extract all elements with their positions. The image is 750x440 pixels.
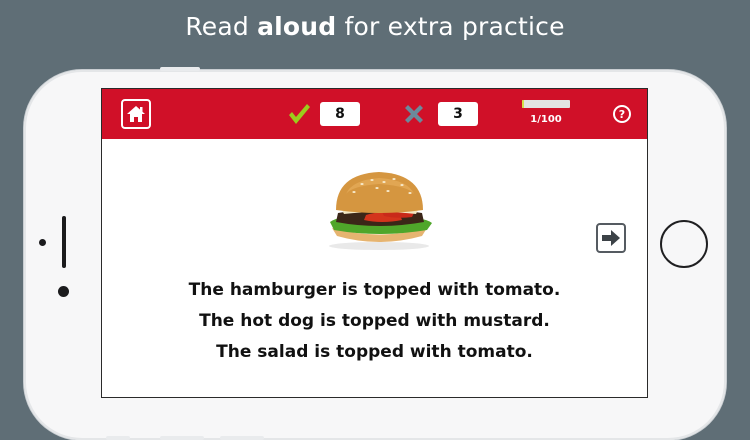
correct-count: 8: [320, 102, 360, 126]
phone-speaker: [62, 216, 66, 268]
phone-volume-button: [160, 67, 200, 71]
headline: Read aloud for extra practice: [0, 12, 750, 41]
sentence: The hamburger is topped with tomato.: [188, 280, 561, 300]
app-screen: 8 3 1/100 ? The hamburger is topped with…: [101, 88, 648, 398]
phone-side-button-2: [220, 436, 264, 440]
toolbar: 8 3 1/100 ?: [102, 89, 647, 139]
phone-home-button[interactable]: [660, 220, 708, 268]
headline-emphasis: aloud: [257, 12, 337, 41]
arrow-right-icon: [602, 230, 620, 246]
home-button[interactable]: [121, 99, 151, 129]
x-icon: [405, 105, 423, 123]
help-icon: ?: [618, 107, 626, 121]
sentence: The salad is topped with tomato.: [216, 342, 533, 362]
phone-side-button: [160, 436, 204, 440]
progress-fill: [522, 100, 524, 108]
sentence-list: The hamburger is topped with tomato. The…: [102, 275, 647, 368]
help-button[interactable]: ?: [613, 105, 631, 123]
progress-bar: [522, 100, 570, 108]
phone-sensor: [58, 286, 69, 297]
phone-front-camera: [39, 239, 46, 246]
next-button[interactable]: [596, 223, 626, 253]
wrong-count: 3: [438, 102, 478, 126]
home-icon: [127, 106, 145, 122]
headline-prefix: Read: [185, 12, 258, 41]
hamburger-image: [329, 172, 432, 250]
check-icon: [289, 104, 310, 124]
phone-power-button: [106, 436, 130, 440]
headline-suffix: for extra practice: [336, 12, 565, 41]
sentence: The hot dog is topped with mustard.: [199, 311, 550, 331]
progress-text: 1/100: [530, 114, 562, 125]
